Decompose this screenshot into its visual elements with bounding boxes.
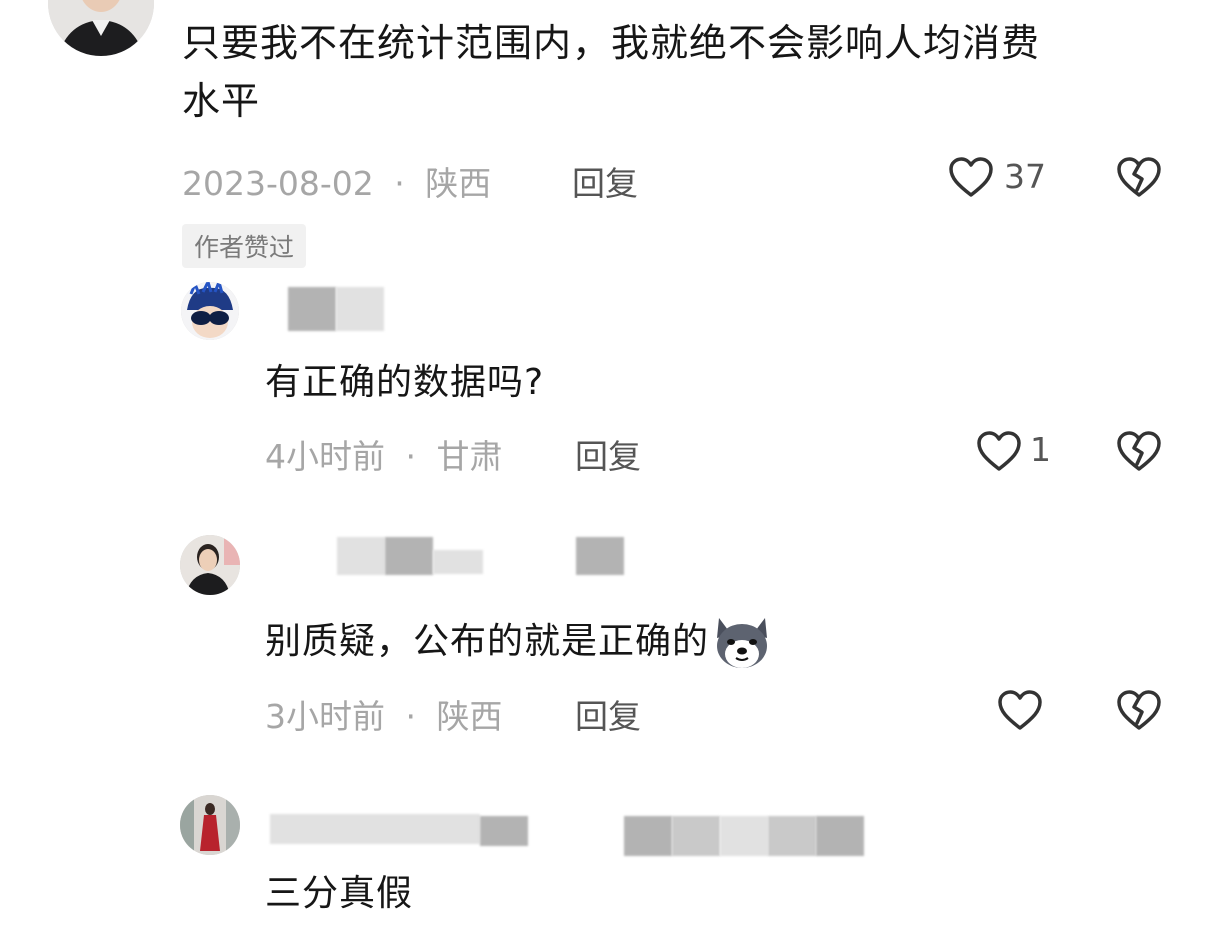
meta-separator: · (405, 437, 417, 476)
heart-outline-icon[interactable] (976, 430, 1022, 472)
comment-text-line2: 水平 (182, 79, 261, 123)
reply-text: 别质疑，公布的就是正确的 (265, 612, 773, 674)
reply-text-content: 别质疑，公布的就是正确的 (265, 621, 710, 662)
comment-meta: 2023-08-02 · 陕西 (182, 157, 491, 205)
reply-meta: 3小时前 · 陕西 (265, 690, 503, 738)
comment-text-line1: 只要我不在统计范围内，我就绝不会影响人均消费 (182, 21, 1041, 65)
like-count: 37 (1004, 157, 1046, 196)
reply-meta: 4小时前 · 甘肃 (265, 430, 503, 478)
comment-date: 2023-08-02 (182, 164, 374, 203)
reply-time: 3小时前 (265, 697, 385, 736)
reply-button[interactable]: 回复 (575, 690, 641, 738)
meta-separator: · (405, 697, 417, 736)
redacted-username (576, 537, 624, 575)
avatar-reply-1[interactable] (181, 282, 239, 340)
reply-text: 有正确的数据吗? (265, 362, 545, 403)
dog-emoji-icon (711, 612, 773, 674)
redacted-username (288, 287, 336, 331)
reply-location: 陕西 (436, 697, 503, 736)
heart-outline-icon[interactable] (997, 689, 1043, 731)
avatar-reply-3[interactable] (180, 795, 240, 855)
redacted-username (624, 816, 672, 856)
broken-heart-icon[interactable] (1116, 430, 1162, 472)
heart-outline-icon[interactable] (948, 156, 994, 198)
reply-button[interactable]: 回复 (572, 157, 638, 205)
redacted-username (337, 537, 385, 575)
reply-time: 4小时前 (265, 437, 385, 476)
redacted-username (720, 816, 768, 856)
redacted-username (385, 537, 433, 575)
redacted-username (672, 816, 720, 856)
reply-location: 甘肃 (436, 437, 503, 476)
redacted-username (336, 287, 384, 331)
reply-button[interactable]: 回复 (575, 430, 641, 478)
redacted-username (768, 816, 816, 856)
comment-text: 只要我不在统计范围内，我就绝不会影响人均消费 水平 (182, 14, 1192, 130)
author-liked-badge: 作者赞过 (182, 224, 307, 268)
broken-heart-icon[interactable] (1116, 156, 1162, 198)
redacted-username (816, 816, 864, 856)
meta-separator: · (394, 164, 405, 203)
reply-text: 三分真假 (265, 873, 414, 914)
redacted-username (433, 550, 483, 574)
comment-location: 陕西 (425, 164, 492, 203)
avatar-main-comment[interactable] (48, 0, 154, 56)
redacted-username (270, 814, 480, 844)
avatar-reply-2[interactable] (180, 535, 240, 595)
like-count: 1 (1030, 430, 1051, 469)
redacted-username (480, 816, 528, 846)
broken-heart-icon[interactable] (1116, 689, 1162, 731)
